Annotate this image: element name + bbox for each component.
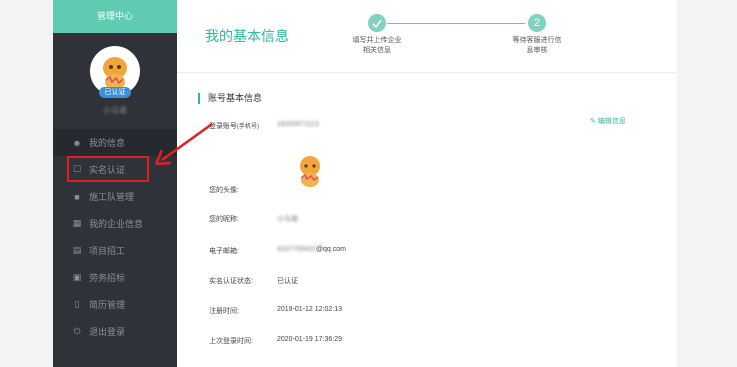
user-avatar-image bbox=[300, 156, 320, 187]
sidebar-item-logout[interactable]: ⏻ 退出登录 bbox=[53, 318, 177, 345]
verify-status-label: 实名认证状态: bbox=[209, 278, 253, 285]
sidebar-title: 管理中心 bbox=[53, 0, 177, 33]
main-header: 我的基本信息 2 填写并上传企业 相关信息 等待客服进行信 息审核 bbox=[177, 0, 677, 73]
sidebar-item-label: 项目招工 bbox=[89, 246, 126, 256]
sidebar-item-bidding[interactable]: ▣ 劳务招标 bbox=[53, 264, 177, 291]
verified-badge: 已认证 bbox=[99, 87, 131, 98]
sidebar: 管理中心 已认证 小马哥 ☻ 我的信息 ☐ 实名认证 ■ 施工队管理 ▦ 我的企… bbox=[53, 0, 177, 367]
user-icon: ☻ bbox=[72, 137, 82, 148]
building-icon: ▦ bbox=[72, 218, 82, 228]
team-icon: ■ bbox=[74, 191, 80, 202]
sidebar-item-label: 退出登录 bbox=[89, 327, 126, 337]
sidebar-item-project[interactable]: ▤ 项目招工 bbox=[53, 237, 177, 264]
page-title: 我的基本信息 bbox=[205, 28, 289, 44]
section-title: 账号基本信息 bbox=[198, 93, 262, 104]
last-login-value: 2020-01-19 17:36:29 bbox=[277, 336, 342, 343]
last-login-label: 上次登录时间: bbox=[209, 338, 253, 345]
sidebar-item-label: 劳务招标 bbox=[89, 273, 126, 283]
account-value: 18200071113 bbox=[277, 121, 319, 128]
step-connector bbox=[387, 23, 525, 24]
email-value: 4107755422@qq.com bbox=[277, 246, 346, 253]
edit-icon: ✎ bbox=[590, 118, 596, 125]
avatar-label: 您的头像: bbox=[209, 187, 239, 194]
step-1-text: 填写并上传企业 相关信息 bbox=[352, 37, 402, 54]
nickname-value: 小马哥 bbox=[277, 216, 298, 223]
edit-info-link[interactable]: ✎ 编辑信息 bbox=[590, 116, 626, 126]
power-icon: ⏻ bbox=[73, 326, 81, 336]
step-2-text: 等待客服进行信 息审核 bbox=[512, 37, 562, 54]
sidebar-item-resume[interactable]: ▯ 简历管理 bbox=[53, 291, 177, 318]
sidebar-item-label: 我的企业信息 bbox=[89, 219, 144, 229]
email-label: 电子邮箱: bbox=[209, 248, 239, 255]
registered-label: 注册时间: bbox=[209, 308, 239, 315]
wallet-icon: ▣ bbox=[72, 272, 82, 282]
verify-status-value: 已认证 bbox=[277, 278, 298, 285]
resume-icon: ▯ bbox=[74, 299, 80, 309]
registered-value: 2019-01-12 12:02:13 bbox=[277, 306, 342, 313]
nickname-label: 您的昵称: bbox=[209, 216, 239, 223]
sidebar-item-label: 施工队管理 bbox=[89, 192, 135, 202]
sidebar-item-company[interactable]: ▦ 我的企业信息 bbox=[53, 210, 177, 237]
document-icon: ▤ bbox=[72, 245, 82, 255]
sidebar-item-label: 我的信息 bbox=[89, 138, 126, 148]
red-arrow-icon bbox=[154, 122, 213, 166]
sidebar-item-team[interactable]: ■ 施工队管理 bbox=[53, 183, 177, 210]
edit-check-icon bbox=[372, 19, 382, 29]
main-panel: 我的基本信息 2 填写并上传企业 相关信息 等待客服进行信 息审核 账号基本信息 ✎… bbox=[177, 0, 677, 367]
step-2-circle: 2 bbox=[528, 14, 546, 32]
sidebar-username: 小马哥 bbox=[103, 106, 127, 115]
highlight-box bbox=[67, 156, 149, 182]
sidebar-item-label: 简历管理 bbox=[89, 300, 126, 310]
step-1-circle bbox=[368, 14, 386, 32]
